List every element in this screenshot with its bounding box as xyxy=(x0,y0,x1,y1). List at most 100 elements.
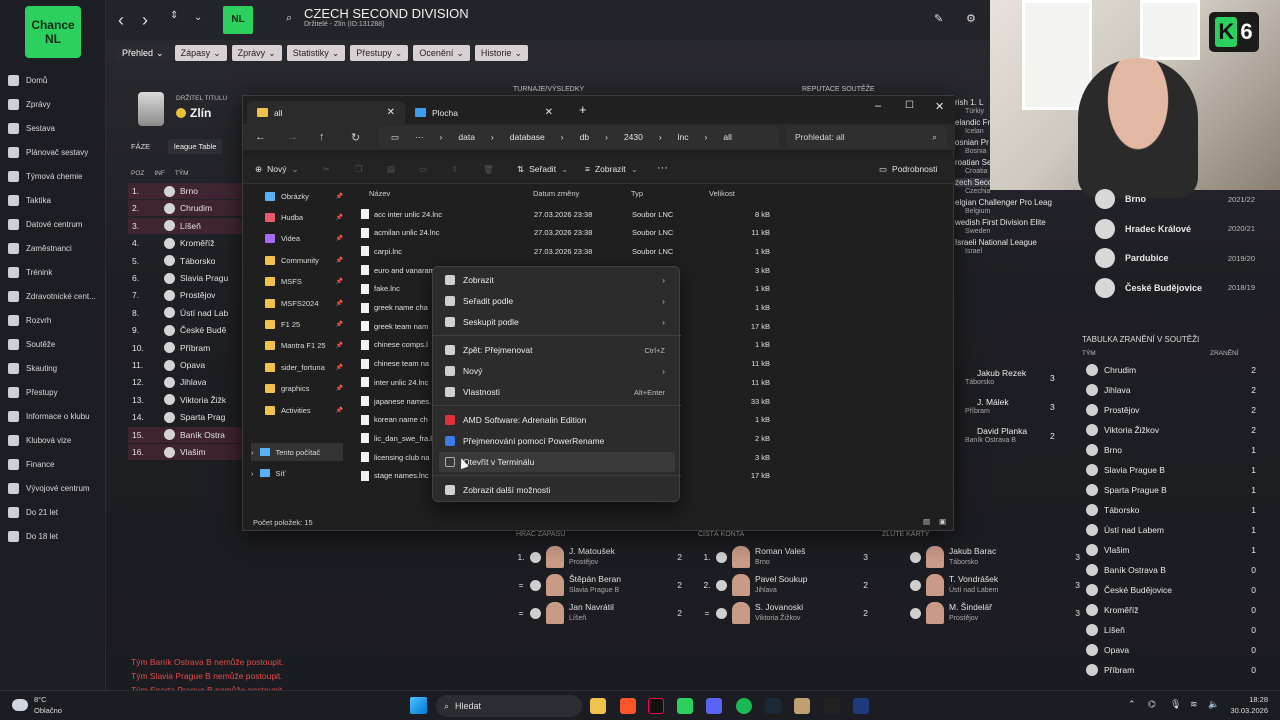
breadcrumb-item[interactable]: db xyxy=(580,132,589,142)
close-tab-icon[interactable]: ✕ xyxy=(387,107,395,118)
back-icon[interactable]: ← xyxy=(255,131,266,143)
menu-tab[interactable]: Zprávy ⌄ xyxy=(231,45,282,61)
delete-icon[interactable]: 🗑 xyxy=(483,164,494,175)
clock-date[interactable]: 30.03.2026 xyxy=(1226,706,1268,715)
refresh-icon[interactable]: ↻ xyxy=(351,131,360,144)
sidebar-item[interactable]: Zdravotnické cent... xyxy=(8,286,103,306)
history-row[interactable]: Hradec Králové 2020/21 xyxy=(1095,216,1255,242)
nav-item[interactable]: Activities 📌 xyxy=(251,401,343,419)
sidebar-item[interactable]: Vývojové centrum xyxy=(8,478,103,498)
file-row[interactable]: acc inter unlic 24.lnc 27.03.2026 23:38 So… xyxy=(361,205,781,223)
close-window-icon[interactable]: ✕ xyxy=(935,100,944,113)
spotify-icon[interactable] xyxy=(736,698,752,714)
table-row[interactable]: 14. Sparta Prag xyxy=(128,409,243,425)
breadcrumb-item[interactable]: all xyxy=(723,132,732,142)
injury-row[interactable]: Táborsko 1 xyxy=(1086,501,1256,519)
stat-row[interactable]: 1. J. Matoušek Prostějov 2 xyxy=(512,544,682,570)
sidebar-item[interactable]: Finance xyxy=(8,454,103,474)
tab-plocha[interactable]: Plocha ✕ xyxy=(405,101,563,124)
steam-icon[interactable] xyxy=(765,698,781,714)
context-menu-item[interactable]: AMD Software: Adrenalin Edition xyxy=(439,410,675,430)
sidebar-item[interactable]: Do 21 let xyxy=(8,502,103,522)
reputation-name[interactable]: wedish First Division Elite xyxy=(955,218,1046,227)
injury-row[interactable]: Ústí nad Labem 1 xyxy=(1086,521,1256,539)
table-row[interactable]: 13. Viktoria Žižk xyxy=(128,392,243,408)
sidebar-item[interactable]: Zprávy xyxy=(8,94,103,114)
details-button[interactable]: ▭ Podrobnosti xyxy=(879,164,937,175)
sidebar-item[interactable]: Sestava xyxy=(8,118,103,138)
breadcrumb-item[interactable]: 2430 xyxy=(624,132,643,142)
context-menu-item[interactable]: Seskupit podle › xyxy=(439,312,675,332)
stat-row[interactable]: = Jan Navrátil Líšeň 2 xyxy=(512,600,682,626)
reputation-name[interactable]: elgian Challenger Pro Leag xyxy=(955,198,1052,207)
phase-select[interactable]: league Table xyxy=(168,139,223,154)
search-icon[interactable]: ⌕ xyxy=(286,12,292,25)
file-explorer-taskbar-icon[interactable] xyxy=(590,698,606,714)
settings-icon[interactable]: ⚙ xyxy=(966,12,976,25)
wifi-icon[interactable]: ≋ xyxy=(1190,699,1198,710)
obs-icon[interactable] xyxy=(824,698,840,714)
stat-row[interactable]: = S. Jovanoski Viktoria Žižkov 2 xyxy=(698,600,868,626)
reputation-name[interactable]: rish 1. L xyxy=(955,98,983,107)
table-row[interactable]: 12. Jihlava xyxy=(128,374,243,390)
forward-icon[interactable]: → xyxy=(287,131,298,143)
tiles-view-icon[interactable]: ▣ xyxy=(939,517,946,526)
context-menu-item[interactable]: Otevřít v Terminálu xyxy=(439,452,675,472)
nav-item[interactable]: MSFS 📌 xyxy=(251,273,343,291)
injury-row[interactable]: Sparta Prague B 1 xyxy=(1086,481,1256,499)
injury-row[interactable]: Brno 1 xyxy=(1086,441,1256,459)
reputation-name[interactable]: elandic Fr xyxy=(955,118,990,127)
table-row[interactable]: 4. Kroměříž xyxy=(128,235,243,251)
stat-row[interactable]: 2. Pavel Soukup Jihlava 2 xyxy=(698,572,868,598)
sidebar-item[interactable]: Přestupy xyxy=(8,382,103,402)
copy-icon[interactable]: ❐ xyxy=(355,164,363,175)
tiktok-icon[interactable] xyxy=(648,698,664,714)
stat-row[interactable]: = Štěpán Beran Slavia Prague B 2 xyxy=(512,572,682,598)
nav-item[interactable]: › Síť xyxy=(251,464,343,482)
menu-tab[interactable]: Přestupy ⌄ xyxy=(350,45,409,61)
injury-row[interactable]: Příbram 0 xyxy=(1086,661,1256,679)
breadcrumb-item[interactable]: database xyxy=(510,132,545,142)
injury-row[interactable]: Líšeň 0 xyxy=(1086,621,1256,639)
tab-all[interactable]: all ✕ xyxy=(247,101,405,124)
context-menu-item[interactable]: Zpět: Přejmenovat Ctrl+Z xyxy=(439,340,675,360)
nav-item[interactable]: Videa 📌 xyxy=(251,230,343,248)
weather-text[interactable]: Oblačno xyxy=(34,706,62,715)
menu-tab[interactable]: Přehled ⌄ xyxy=(116,45,170,61)
breadcrumb-item[interactable]: lnc xyxy=(678,132,689,142)
table-row[interactable]: 10. Příbram xyxy=(128,340,243,356)
injury-row[interactable]: Chrudim 2 xyxy=(1086,361,1256,379)
context-menu-item[interactable]: Seřadit podle › xyxy=(439,291,675,311)
sidebar-item[interactable]: Domů xyxy=(8,70,103,90)
sort-button[interactable]: ⇅ Seřadit ⌄ xyxy=(517,164,568,175)
game-icon[interactable] xyxy=(794,698,810,714)
column-header[interactable]: Typ xyxy=(631,189,643,198)
minimize-icon[interactable]: – xyxy=(875,100,881,112)
brave-icon[interactable] xyxy=(620,698,636,714)
scorer-name[interactable]: Jakub Rezek xyxy=(977,368,1026,378)
details-view-icon[interactable]: ▤ xyxy=(923,517,930,526)
forward-arrow-icon[interactable]: › xyxy=(142,10,148,31)
breadcrumb[interactable]: ▭ ··· › data › database › db › 2430 › lnc › all xyxy=(379,126,779,148)
table-row[interactable]: 5. Táborsko xyxy=(128,253,243,269)
stat-row[interactable]: M. Šindelář Prostějov 3 xyxy=(910,600,1080,626)
stat-row[interactable]: Jakub Barac Táborsko 3 xyxy=(910,544,1080,570)
column-header[interactable]: Název xyxy=(369,189,390,198)
context-menu-item[interactable]: Zobrazit další možnosti xyxy=(439,480,675,500)
context-menu-item[interactable]: Zobrazit › xyxy=(439,270,675,290)
injury-row[interactable]: Prostějov 2 xyxy=(1086,401,1256,419)
table-row[interactable]: 1. Brno xyxy=(128,183,243,199)
stat-row[interactable]: 1. Roman Valeš Brno 3 xyxy=(698,544,868,570)
history-row[interactable]: Brno 2021/22 xyxy=(1095,186,1255,212)
menu-tab[interactable]: Statistiky ⌄ xyxy=(286,45,346,61)
injury-row[interactable]: Slavia Prague B 1 xyxy=(1086,461,1256,479)
injury-row[interactable]: Vlašim 1 xyxy=(1086,541,1256,559)
fm24-icon[interactable] xyxy=(853,698,869,714)
injury-row[interactable]: Opava 0 xyxy=(1086,641,1256,659)
menu-tab[interactable]: Ocenění ⌄ xyxy=(413,45,470,61)
stat-row[interactable]: T. Vondrášek Ústí nad Labem 3 xyxy=(910,572,1080,598)
nav-item[interactable]: Mantra F1 25 📌 xyxy=(251,337,343,355)
cut-icon[interactable]: ✂ xyxy=(323,164,330,175)
edit-icon[interactable]: ✎ xyxy=(934,12,943,25)
table-row[interactable]: 9. České Budě xyxy=(128,322,243,338)
